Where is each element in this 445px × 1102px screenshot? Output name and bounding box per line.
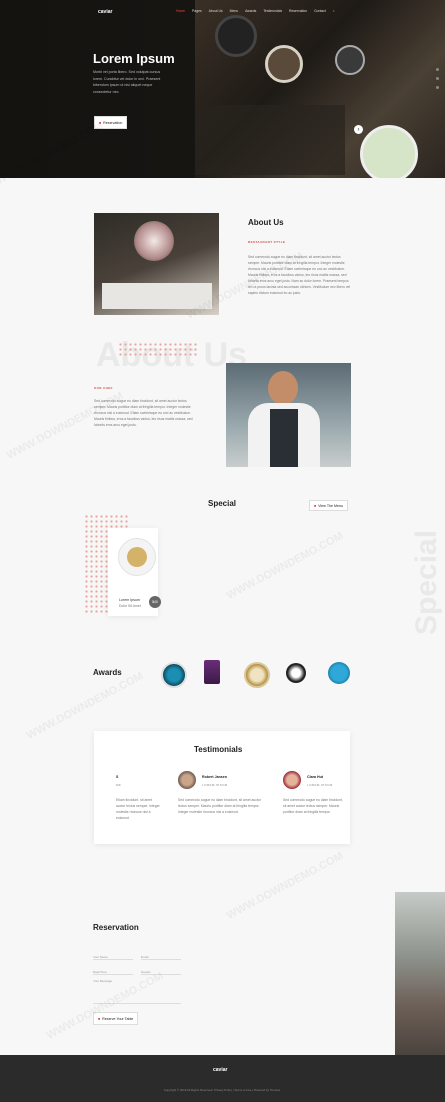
nav-item-pages[interactable]: Pages — [192, 9, 202, 13]
testimonials-title: Testimonials — [194, 745, 243, 754]
dish-food-graphic — [127, 547, 147, 567]
nav-item-awards[interactable]: Awards — [245, 9, 256, 13]
nav-item-menu[interactable]: Menu — [230, 9, 238, 13]
plate-graphic — [215, 15, 257, 57]
award-badge-icon — [328, 662, 350, 684]
table-graphic — [195, 105, 345, 175]
about-title: About Us — [248, 218, 284, 227]
testimonial-name: S — [116, 775, 119, 779]
award-badge-icon — [161, 662, 187, 688]
chef-text: Sed commodo augue eu diam tincidunt, sit… — [94, 399, 193, 427]
email-field[interactable]: Email — [141, 949, 181, 960]
watermark-text: WWW.DOWNDEMO.COM — [224, 850, 346, 922]
nav-logo[interactable]: caviar — [98, 9, 112, 15]
hero-banner: caviar Home Pages About Us Menu Awards T… — [0, 0, 445, 178]
salad-plate-graphic — [360, 125, 418, 178]
menu-icon: ■ — [314, 503, 317, 508]
search-icon[interactable]: ⌕ — [333, 9, 335, 13]
footer: caviar Copyright © 2019 All Rights Reser… — [0, 1055, 445, 1102]
special-background-text: Special — [410, 529, 443, 635]
reservation-button[interactable]: ■ Reservation — [94, 116, 128, 129]
testimonial-role: LOREM IPSUM — [307, 783, 333, 787]
dot-pattern — [118, 342, 198, 358]
reserve-table-label: Reserve Your Table — [102, 1016, 134, 1021]
chef-photo — [226, 363, 351, 467]
date-time-field[interactable]: Date/Time — [93, 964, 133, 975]
guests-field[interactable]: Guests — [141, 964, 181, 975]
chef-label: OUR CHEF — [94, 386, 113, 390]
name-field[interactable]: Your Name — [93, 949, 133, 960]
special-title: Special — [208, 499, 237, 508]
about-photo — [94, 213, 219, 315]
plate-graphic — [265, 45, 303, 83]
footer-logo[interactable]: caviar — [213, 1067, 227, 1073]
avatar — [178, 771, 196, 789]
chef-apron-graphic — [270, 409, 298, 467]
flowers-graphic — [134, 221, 174, 261]
special-dish-card[interactable]: Lorem Ipsum Dolor Sit Amet $40 — [108, 528, 161, 616]
testimonial-name: Robert Jansen — [202, 775, 227, 779]
main-nav: Home Pages About Us Menu Awards Testimon… — [176, 9, 335, 13]
awards-title: Awards — [93, 668, 122, 677]
message-field[interactable]: Your Message — [93, 979, 181, 1004]
slider-dots — [436, 68, 439, 89]
view-menu-label: View The Menu — [318, 503, 344, 508]
hero-text: Morbi vel porta libero. Sed volutpat cur… — [93, 70, 161, 94]
testimonials-card: Testimonials S ME Etiam tincidunt, sit a… — [94, 731, 350, 844]
award-badge-icon — [244, 662, 270, 688]
award-badge-icon — [204, 660, 220, 684]
reserve-table-button[interactable]: ■ Reserve Your Table — [93, 1012, 139, 1025]
next-slide-arrow-icon[interactable]: › — [354, 125, 363, 134]
slider-dot[interactable] — [436, 77, 439, 80]
watermark-text: WWW.DOWNDEMO.COM — [224, 530, 346, 602]
footer-copyright: Copyright © 2019 All Rights Reserved. Pr… — [163, 1088, 281, 1092]
testimonial-name: Clara Hut — [307, 775, 323, 779]
nav-item-reservation[interactable]: Reservation — [289, 9, 307, 13]
about-subtitle: RESTAURANT STYLE — [248, 240, 286, 244]
dish-name: Lorem Ipsum — [119, 598, 140, 602]
chef-face-graphic — [268, 371, 298, 405]
hero-title: Lorem Ipsum — [93, 51, 175, 66]
nav-item-testimonials[interactable]: Testimonials — [263, 9, 282, 13]
about-text: Sed commodo augue eu diam tincidunt, sit… — [248, 255, 351, 295]
plate-graphic — [335, 45, 365, 75]
reservation-title: Reservation — [93, 923, 139, 932]
reservation-button-label: Reservation — [103, 120, 123, 125]
nav-item-home[interactable]: Home — [176, 9, 185, 13]
testimonial-text: Sed commodo augue eu diam tincidunt, sit… — [283, 798, 343, 814]
dish-price-badge: $40 — [149, 596, 161, 608]
nav-item-contact[interactable]: Contact — [314, 9, 326, 13]
testimonial-role: ME — [116, 783, 122, 787]
reserve-icon: ■ — [99, 120, 102, 125]
testimonial-text: Sed commodo augue eu diam tincidunt, sit… — [178, 798, 261, 814]
dish-plate-graphic — [118, 538, 156, 576]
hero-photo — [195, 0, 445, 178]
avatar — [283, 771, 301, 789]
reserve-icon: ■ — [98, 1016, 101, 1021]
slider-dot[interactable] — [436, 86, 439, 89]
nav-item-about[interactable]: About Us — [209, 9, 223, 13]
table-graphic — [102, 283, 212, 309]
reservation-photo — [395, 892, 445, 1055]
testimonial-role: LOREM IPSUM — [202, 783, 228, 787]
slider-dot[interactable] — [436, 68, 439, 71]
dish-subtitle: Dolor Sit Amet — [119, 604, 141, 608]
testimonial-text: Etiam tincidunt, sit amet auctor lectus … — [116, 798, 160, 820]
award-badge-icon — [286, 663, 306, 683]
view-menu-button[interactable]: ■ View The Menu — [309, 500, 349, 511]
